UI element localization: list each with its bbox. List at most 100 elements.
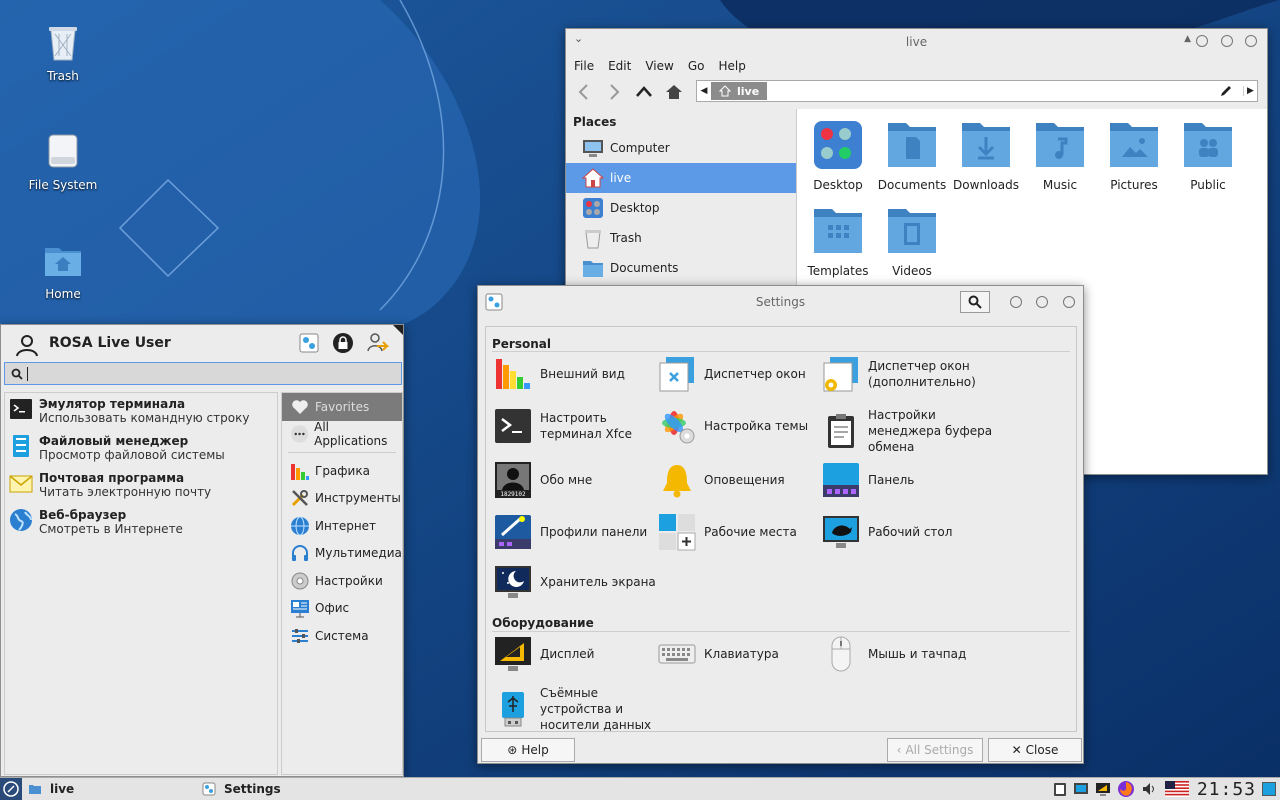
file-item-documents[interactable]: Documents (875, 121, 949, 192)
menu-file[interactable]: File (574, 59, 594, 73)
menu-edit[interactable]: Edit (608, 59, 631, 73)
file-item-desktop[interactable]: Desktop (801, 121, 875, 192)
category-all-applications[interactable]: All Applications (282, 420, 402, 448)
settings-manager-icon[interactable] (299, 333, 319, 353)
path-left-arrow-icon[interactable]: ◀ (697, 86, 711, 96)
path-right-arrow-icon[interactable]: ▶ (1243, 86, 1257, 96)
file-item-public[interactable]: Public (1171, 121, 1245, 192)
close-button[interactable] (1245, 35, 1257, 47)
menu-help[interactable]: Help (718, 59, 745, 73)
firefox-tray-icon[interactable] (1117, 780, 1135, 798)
forward-arrow-icon[interactable] (604, 82, 624, 102)
clipboard-tray-icon[interactable] (1053, 781, 1067, 797)
settings-titlebar[interactable]: Settings (478, 286, 1083, 318)
close-label: Close (1025, 743, 1059, 757)
system-sliders-icon (292, 628, 308, 643)
file-manager-titlebar[interactable]: ⌄ live ▲ (566, 29, 1267, 55)
lock-screen-icon[interactable] (332, 332, 354, 354)
edit-pencil-icon[interactable] (1219, 84, 1233, 98)
file-item-videos[interactable]: Videos (875, 207, 949, 278)
category-office[interactable]: Офис (282, 595, 402, 623)
place-trash[interactable]: Trash (566, 223, 796, 253)
help-button[interactable]: ⊛ Help (481, 738, 575, 762)
fav-file-manager[interactable]: Файловый менеджер Просмотр файловой систе… (5, 430, 277, 467)
category-favorites[interactable]: Favorites (282, 393, 402, 421)
start-menu-button[interactable] (0, 778, 22, 800)
setting-clipboard[interactable]: Настройки менеджера буфера обмена (822, 407, 1002, 455)
close-button[interactable] (1063, 296, 1075, 308)
volume-icon[interactable] (1141, 781, 1157, 797)
category-settings[interactable]: Настройки (282, 567, 402, 595)
setting-label: Настройки менеджера буфера обмена (868, 408, 993, 454)
window-menu-chevron-icon[interactable]: ⌄ (574, 32, 583, 45)
setting-about-me[interactable]: 1829102 Обо мне (494, 461, 592, 499)
desktop-icon-home[interactable]: Home (13, 240, 113, 301)
menu-username: ROSA Live User (49, 335, 171, 351)
us-flag-keyboard-layout-icon[interactable] (1164, 781, 1189, 797)
desktop-icon-trash[interactable]: Trash (13, 22, 113, 83)
search-button[interactable] (960, 291, 990, 313)
show-desktop-button[interactable] (1262, 782, 1276, 796)
home-icon[interactable] (664, 82, 684, 102)
place-desktop[interactable]: Desktop (566, 193, 796, 223)
setting-appearance[interactable]: Внешний вид (494, 355, 625, 393)
menu-view[interactable]: View (645, 59, 673, 73)
window-manager-icon (659, 357, 694, 392)
screenshot-tray-icon[interactable] (1073, 781, 1089, 797)
minimize-button[interactable] (1010, 296, 1022, 308)
display-tray-icon[interactable] (1095, 781, 1111, 797)
task-settings[interactable]: Settings (198, 782, 388, 796)
setting-panel[interactable]: Панель (822, 461, 914, 499)
file-item-templates[interactable]: Templates (801, 207, 875, 278)
place-live[interactable]: live (566, 163, 796, 193)
category-tools[interactable]: Инструменты (282, 485, 402, 513)
location-bar[interactable]: ◀ live ▶ (696, 80, 1258, 102)
templates-folder-icon (814, 209, 862, 253)
place-computer[interactable]: Computer (566, 133, 796, 163)
fav-mail[interactable]: Почтовая программа Читать электронную поч… (5, 467, 277, 504)
setting-terminal[interactable]: Настроить терминал Xfce (494, 407, 640, 445)
setting-window-manager[interactable]: Диспетчер окон (658, 355, 806, 393)
menu-go[interactable]: Go (688, 59, 705, 73)
theme-flower-icon (662, 411, 695, 444)
category-multimedia[interactable]: Мультимедиа (282, 540, 402, 568)
file-item-pictures[interactable]: Pictures (1097, 121, 1171, 192)
maximize-button[interactable] (1036, 296, 1048, 308)
setting-mouse[interactable]: Мышь и тачпад (822, 635, 966, 673)
setting-desktop[interactable]: Рабочий стол (822, 513, 952, 551)
clock[interactable]: 21:53 (1197, 779, 1256, 800)
fav-terminal[interactable]: Эмулятор терминала Использовать командную… (5, 393, 277, 430)
setting-notifications[interactable]: Оповещения (658, 461, 785, 499)
minimize-button[interactable] (1196, 35, 1208, 47)
maximize-button[interactable] (1221, 35, 1233, 47)
path-crumb-live[interactable]: live (711, 82, 768, 100)
category-system[interactable]: Система (282, 622, 402, 650)
all-settings-button[interactable]: ‹ All Settings (887, 738, 983, 762)
setting-keyboard[interactable]: Клавиатура (658, 635, 779, 673)
close-settings-button[interactable]: ✕ Close (988, 738, 1082, 762)
setting-window-manager-tweaks[interactable]: Диспетчер окон (дополнительно) (822, 355, 1022, 393)
setting-removable-drives[interactable]: Съёмные устройства и носители данных (494, 685, 654, 731)
category-internet[interactable]: Интернет (282, 512, 402, 540)
category-graphics[interactable]: Графика (282, 457, 402, 485)
appearance-palette-icon (496, 359, 530, 389)
file-item-music[interactable]: Music (1023, 121, 1097, 192)
place-documents[interactable]: Documents (566, 253, 796, 283)
fav-browser[interactable]: Веб-браузер Смотреть в Интернете (5, 504, 277, 541)
setting-screensaver[interactable]: Хранитель экрана (494, 563, 656, 601)
setting-theme[interactable]: Настройка темы (658, 407, 808, 445)
search-input[interactable] (27, 366, 29, 381)
file-item-downloads[interactable]: Downloads (949, 121, 1023, 192)
back-arrow-icon[interactable] (574, 82, 594, 102)
desktop-icon-filesystem[interactable]: File System (13, 131, 113, 192)
menu-resize-corner-icon[interactable] (393, 325, 403, 335)
window-shade-icon[interactable]: ▲ (1184, 34, 1191, 44)
setting-display[interactable]: Дисплей (494, 635, 594, 673)
file-item-label: Public (1190, 178, 1226, 192)
logout-icon[interactable] (365, 331, 389, 355)
up-arrow-icon[interactable] (634, 82, 654, 102)
menu-search-box[interactable] (4, 362, 402, 385)
task-file-manager[interactable]: live (22, 782, 198, 796)
setting-panel-profiles[interactable]: Профили панели (494, 513, 647, 551)
setting-workspaces[interactable]: Рабочие места (658, 513, 797, 551)
